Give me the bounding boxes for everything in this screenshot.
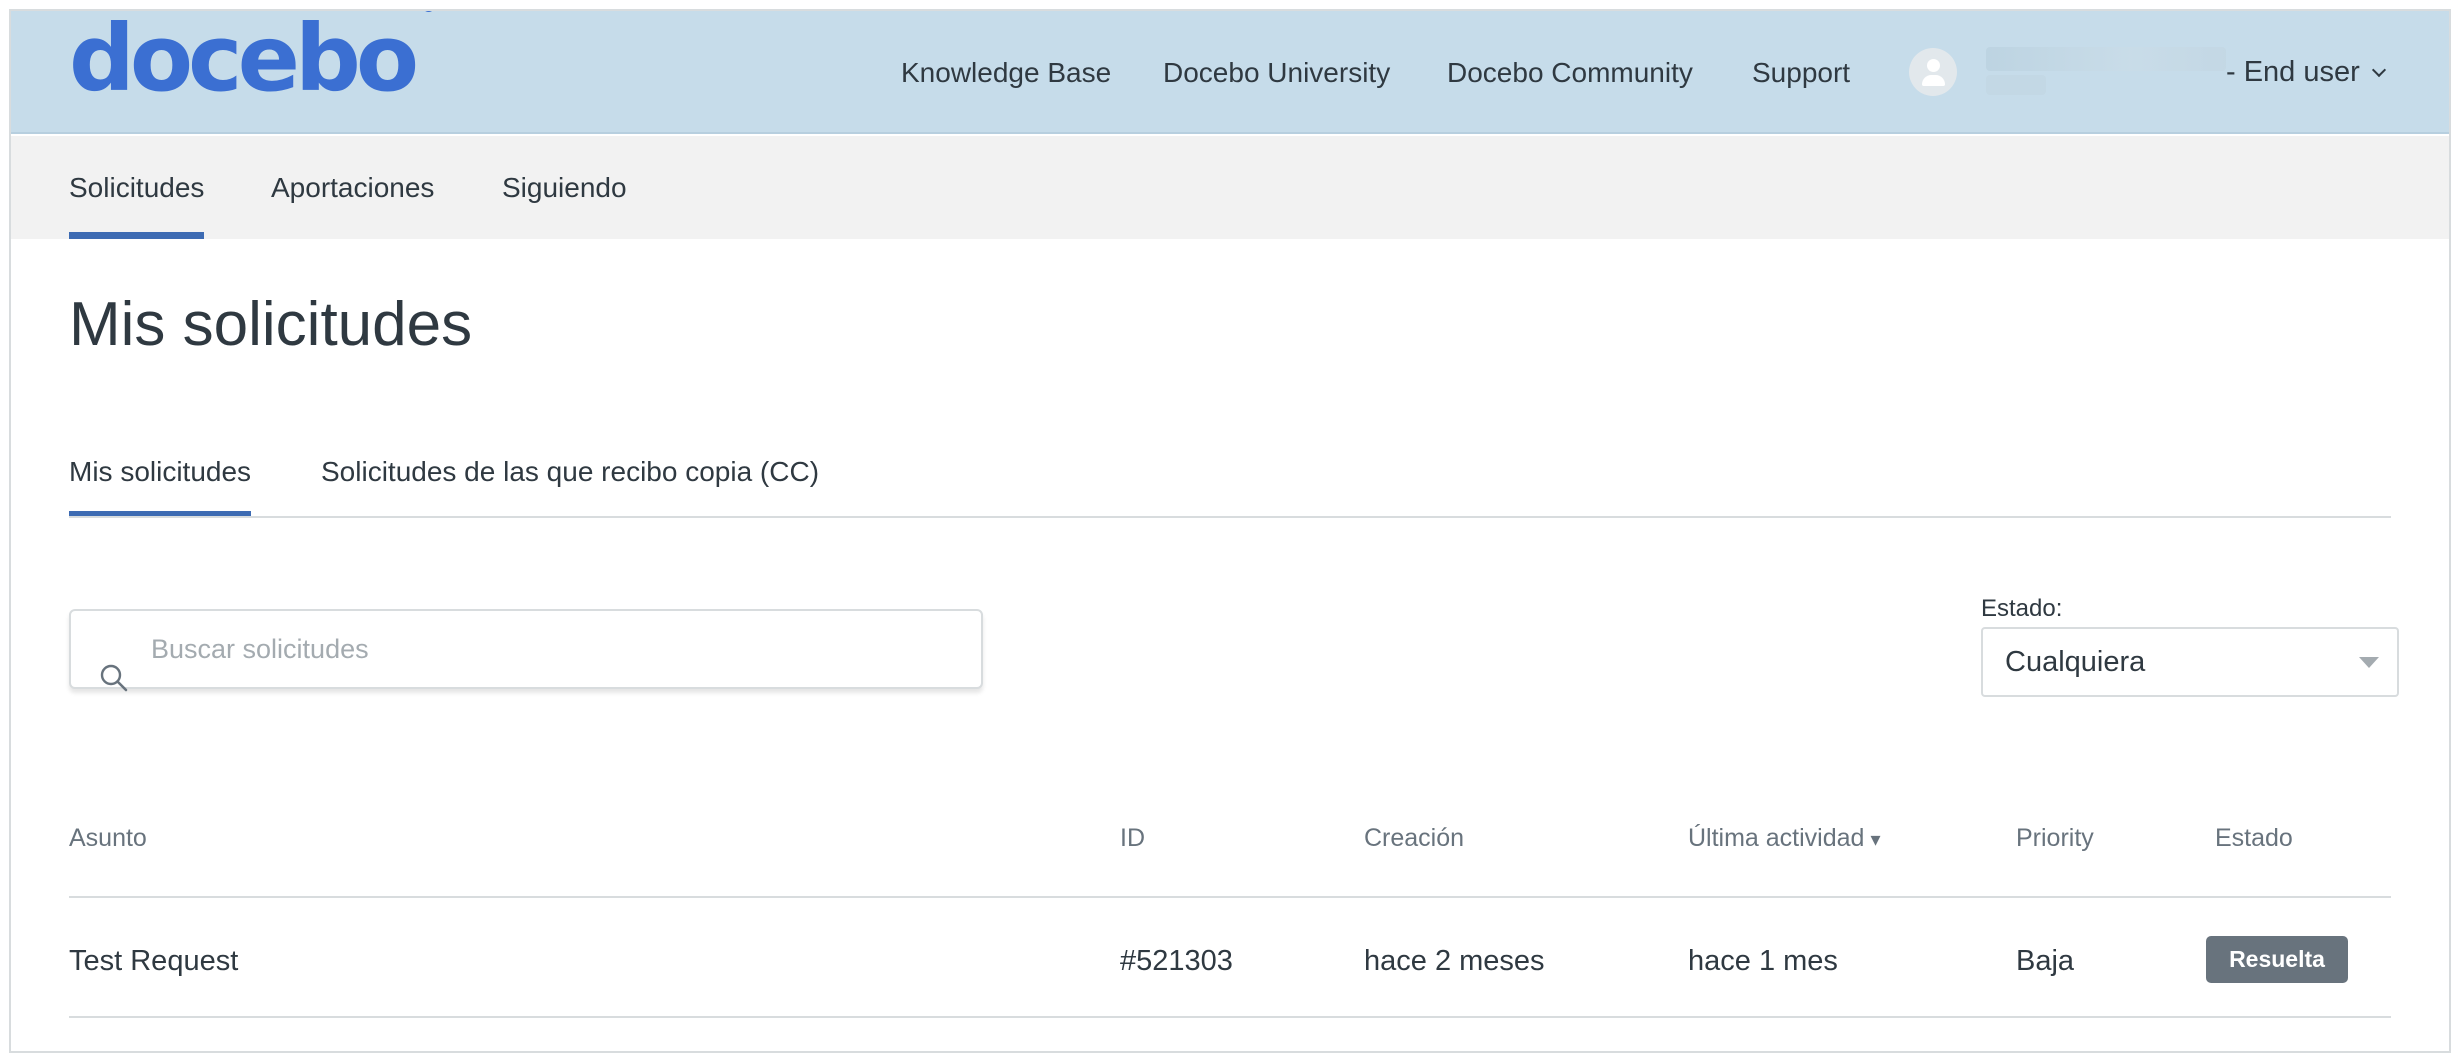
user-name-redacted-2: [1986, 75, 2046, 95]
request-subject-link[interactable]: Test Request: [69, 945, 238, 978]
nav-docebo-community[interactable]: Docebo Community: [1447, 57, 1693, 89]
status-filter-value: Cualquiera: [2005, 645, 2146, 678]
docebo-logo[interactable]: docebo®: [69, 11, 437, 105]
column-header-id[interactable]: ID: [1120, 824, 1145, 853]
user-avatar-icon[interactable]: [1909, 48, 1957, 96]
request-last-activity: hace 1 mes: [1688, 945, 1838, 977]
tab-cc-requests[interactable]: Solicitudes de las que recibo copia (CC): [321, 451, 819, 518]
search-box[interactable]: [69, 609, 983, 692]
subnav-item-label: Aportaciones: [271, 171, 435, 203]
column-header-last-activity[interactable]: Última actividad ▾: [1688, 824, 1881, 853]
search-input[interactable]: [151, 611, 951, 687]
subnav-item-label: Solicitudes: [69, 171, 205, 203]
nav-support[interactable]: Support: [1752, 57, 1850, 89]
column-header-subject[interactable]: Asunto: [69, 824, 147, 853]
subnav-item-siguiendo[interactable]: Siguiendo: [502, 136, 627, 239]
nav-docebo-university[interactable]: Docebo University: [1163, 57, 1390, 89]
table-header-divider: [69, 896, 2391, 898]
request-priority: Baja: [2016, 945, 2075, 977]
column-header-priority[interactable]: Priority: [2016, 824, 2094, 853]
request-id: #521303: [1120, 945, 1233, 977]
tab-label: Solicitudes de las que recibo copia (CC): [321, 456, 820, 487]
sort-desc-icon: ▾: [1870, 829, 1881, 851]
user-menu[interactable]: - End user: [2226, 11, 2386, 134]
sub-nav: Solicitudes Aportaciones Siguiendo: [11, 136, 2449, 239]
tab-mis-solicitudes[interactable]: Mis solicitudes: [69, 451, 252, 518]
top-header: docebo® Knowledge Base Docebo University…: [11, 11, 2449, 134]
table-row-divider: [69, 1016, 2391, 1018]
request-created: hace 2 meses: [1364, 945, 1545, 977]
status-badge: Resuelta: [2206, 936, 2348, 983]
chevron-down-icon: [2371, 62, 2386, 77]
registered-mark: ®: [420, 11, 437, 17]
app-window: docebo® Knowledge Base Docebo University…: [9, 9, 2451, 1053]
subnav-item-label: Siguiendo: [502, 171, 627, 203]
caret-down-icon: [2359, 657, 2379, 668]
subnav-item-aportaciones[interactable]: Aportaciones: [271, 136, 434, 239]
user-name-redacted: [1986, 47, 2226, 71]
column-header-created[interactable]: Creación: [1364, 824, 1464, 853]
status-filter-label: Estado:: [1981, 595, 2063, 622]
column-header-label: Última actividad: [1688, 824, 1865, 852]
search-icon: [100, 664, 128, 692]
subnav-item-solicitudes[interactable]: Solicitudes: [69, 136, 205, 239]
user-role-label: - End user: [2226, 56, 2360, 88]
nav-knowledge-base[interactable]: Knowledge Base: [901, 57, 1111, 89]
tab-label: Mis solicitudes: [69, 456, 252, 487]
status-filter-select[interactable]: Cualquiera: [1981, 627, 2399, 697]
page-title: Mis solicitudes: [69, 290, 473, 359]
logo-text: docebo: [69, 9, 419, 112]
tabs-divider: [69, 516, 2391, 518]
column-header-status[interactable]: Estado: [2215, 824, 2293, 853]
